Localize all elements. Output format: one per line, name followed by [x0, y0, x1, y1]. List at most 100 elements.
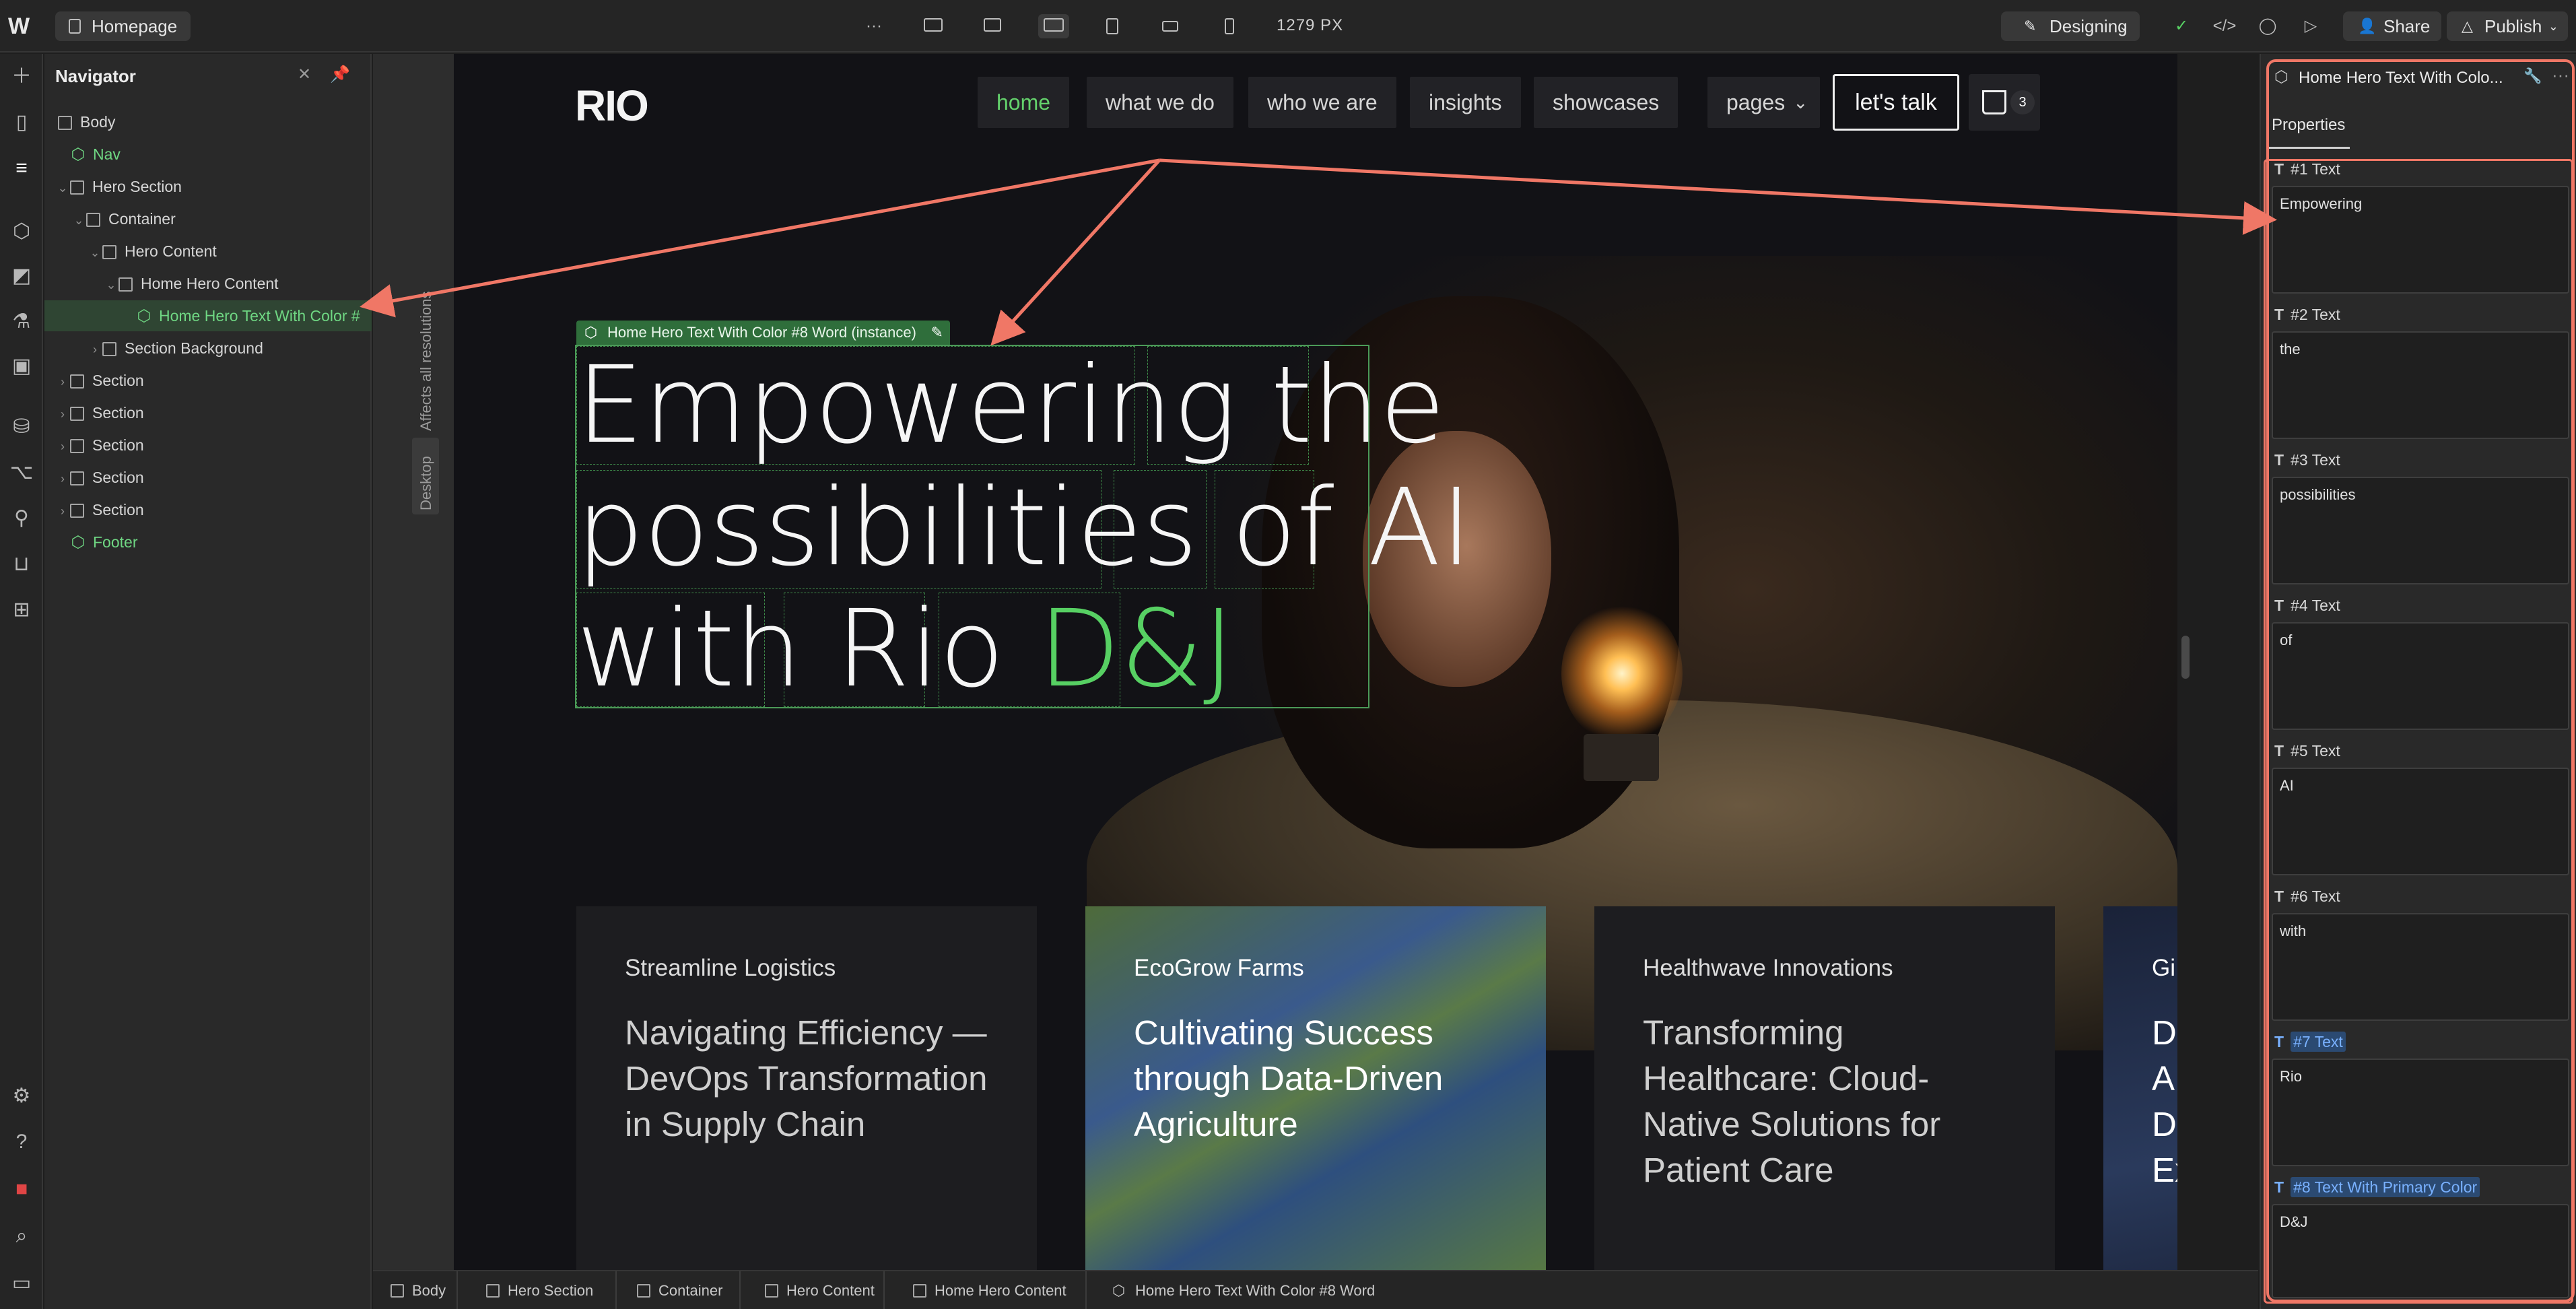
element-box-icon: [102, 342, 116, 356]
breadcrumb-item[interactable]: Home Hero Content: [908, 1271, 1066, 1309]
canvas-resize-handle[interactable]: [2181, 636, 2190, 679]
chevron-right-icon[interactable]: ›: [88, 334, 102, 365]
chevron-right-icon[interactable]: ›: [55, 463, 70, 494]
site-nav-pages[interactable]: pages ⌄: [1707, 77, 1821, 128]
chevron-right-icon[interactable]: ›: [55, 399, 70, 430]
chevron-right-icon[interactable]: ›: [55, 496, 70, 527]
breadcrumb-item[interactable]: Hero Content: [759, 1271, 875, 1309]
tree-item-hero-section[interactable]: ⌄ Hero Section: [55, 171, 182, 202]
tree-item-section-background[interactable]: › Section Background: [88, 333, 263, 364]
comment-icon[interactable]: ◯: [2256, 14, 2280, 38]
record-icon[interactable]: ■: [8, 1176, 35, 1203]
site-nav-who-we-are[interactable]: who we are: [1248, 77, 1396, 128]
mode-dropdown[interactable]: ✎ Designing ⌄: [2001, 11, 2140, 41]
light-bulb-image: [1561, 603, 1683, 744]
code-icon[interactable]: </>: [2212, 14, 2237, 38]
chevron-down-icon[interactable]: ⌄: [104, 269, 118, 300]
tree-item-section[interactable]: › Section: [55, 494, 144, 525]
cms-icon[interactable]: ⛁: [8, 413, 35, 440]
site-nav-insights[interactable]: insights: [1410, 77, 1521, 128]
publish-label: Publish: [2484, 16, 2542, 36]
hero-word[interactable]: the: [1270, 343, 1445, 467]
logic-icon[interactable]: ⌥: [8, 459, 35, 486]
ecommerce-icon[interactable]: ⊔: [8, 551, 35, 578]
showcase-card[interactable]: Streamline Logistics Navigating Efficien…: [576, 906, 1037, 1270]
hero-word[interactable]: with: [576, 587, 802, 711]
site-logo[interactable]: RIO: [575, 81, 649, 131]
cart-button[interactable]: 3: [1969, 74, 2040, 131]
hero-word[interactable]: Rio: [836, 587, 1004, 711]
tree-item-container[interactable]: ⌄ Container: [71, 203, 175, 236]
breadcrumb-item[interactable]: Container: [632, 1271, 722, 1309]
showcase-card[interactable]: Gi D A D Ex: [2103, 906, 2177, 1270]
chevron-down-icon[interactable]: ⌄: [55, 172, 70, 203]
users-icon[interactable]: ⚲: [8, 505, 35, 532]
search-icon[interactable]: ⌕: [8, 1223, 35, 1250]
desktop-large-icon[interactable]: [921, 14, 945, 38]
settings-icon[interactable]: ⚙: [8, 1083, 35, 1110]
tree-item-section[interactable]: › Section: [55, 365, 144, 396]
card-title: D A D Ex: [2152, 1013, 2177, 1189]
styles-icon[interactable]: ⚗: [8, 308, 35, 335]
mobile-landscape-icon[interactable]: [1158, 14, 1182, 38]
check-circle-icon[interactable]: ✓: [2169, 14, 2194, 38]
help-icon[interactable]: ?: [8, 1129, 35, 1155]
site-nav-showcases[interactable]: showcases: [1534, 77, 1679, 128]
tree-item-body[interactable]: Body: [55, 106, 115, 137]
breadcrumb-item[interactable]: Body: [385, 1271, 446, 1309]
lets-talk-button[interactable]: let's talk: [1833, 74, 1959, 131]
video-icon[interactable]: ▭: [8, 1270, 35, 1297]
collapse-icon[interactable]: ✕: [298, 65, 311, 84]
showcase-card[interactable]: Healthwave Innovations Transforming Heal…: [1594, 906, 2055, 1270]
desktop-icon[interactable]: [980, 14, 1005, 38]
page-selector[interactable]: Homepage: [55, 11, 191, 41]
top-bar: W Homepage ··· 1279 PX ✎ Designing ⌄ ✓ <…: [0, 0, 2576, 53]
site-nav-home[interactable]: home: [978, 77, 1070, 128]
site-nav-what-we-do[interactable]: what we do: [1087, 77, 1233, 128]
hero-word[interactable]: Empowering: [576, 343, 1237, 467]
components-icon[interactable]: ⬡: [8, 218, 35, 245]
desktop-base-icon[interactable]: [1038, 14, 1069, 38]
more-icon[interactable]: ···: [862, 14, 886, 38]
selected-element-tag[interactable]: ⬡ Home Hero Text With Color #8 Word (ins…: [576, 321, 950, 345]
tree-item-section[interactable]: › Section: [55, 430, 144, 461]
breadcrumb-item[interactable]: Hero Section: [481, 1271, 593, 1309]
pages-icon[interactable]: ▯: [8, 109, 35, 136]
chevron-right-icon[interactable]: ›: [55, 366, 70, 397]
preview-play-icon[interactable]: ▷: [2299, 14, 2323, 38]
edit-pencil-icon[interactable]: ✎: [930, 321, 943, 345]
tree-label: Home Hero Text With Color #: [159, 307, 360, 325]
component-icon: ⬡: [1112, 1282, 1126, 1299]
tree-label: Section: [92, 501, 144, 518]
shopping-bag-icon: [1982, 90, 2006, 114]
hero-word-primary-color[interactable]: D&J: [1038, 587, 1234, 711]
tree-item-section[interactable]: › Section: [55, 462, 144, 493]
pin-icon[interactable]: 📌: [330, 65, 350, 84]
tree-item-home-hero-text[interactable]: ⬡ Home Hero Text With Color #: [44, 300, 372, 331]
share-button[interactable]: 👤 Share: [2343, 11, 2441, 41]
chevron-right-icon[interactable]: ›: [55, 431, 70, 462]
design-canvas[interactable]: RIO home what we do who we are insights …: [454, 54, 2177, 1270]
add-icon[interactable]: ＋: [8, 63, 35, 90]
variables-icon[interactable]: ◩: [8, 263, 35, 290]
tree-item-section[interactable]: › Section: [55, 397, 144, 428]
tree-item-nav[interactable]: ⬡ Nav: [70, 139, 121, 170]
tree-item-footer[interactable]: ⬡ Footer: [70, 527, 138, 558]
apps-icon[interactable]: ⊞: [8, 597, 35, 624]
tree-item-hero-content[interactable]: ⌄ Hero Content: [88, 236, 216, 268]
showcase-card[interactable]: EcoGrow Farms Cultivating Success throug…: [1085, 906, 1546, 1270]
navigator-icon[interactable]: ≡: [8, 155, 35, 182]
chevron-down-icon[interactable]: ⌄: [88, 237, 102, 268]
breadcrumb-label: Container: [658, 1282, 723, 1299]
chevron-down-icon[interactable]: ⌄: [71, 205, 86, 236]
breadcrumb-item[interactable]: ⬡ Home Hero Text With Color #8 Word: [1108, 1271, 1375, 1309]
tablet-icon[interactable]: [1100, 14, 1124, 38]
hero-word[interactable]: of: [1231, 466, 1334, 590]
webflow-logo[interactable]: W: [8, 15, 35, 38]
hero-word[interactable]: possibilities: [576, 466, 1198, 590]
tree-item-home-hero-content[interactable]: ⌄ Home Hero Content: [104, 268, 278, 300]
hero-word[interactable]: AI: [1368, 466, 1472, 590]
publish-button[interactable]: △ Publish ⌄: [2447, 11, 2568, 41]
assets-icon[interactable]: ▣: [8, 353, 35, 380]
mobile-portrait-icon[interactable]: [1217, 14, 1242, 38]
